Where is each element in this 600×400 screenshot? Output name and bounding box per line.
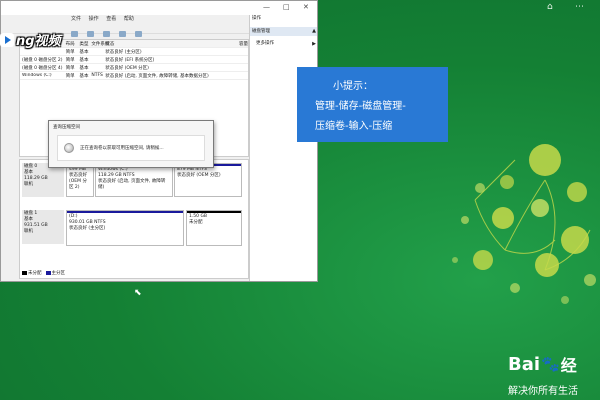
help-icon[interactable] (119, 31, 127, 37)
menu-bar: 文件 操作 查看 帮助 (1, 15, 249, 24)
partition-disk0-oem2[interactable]: 499 MB 状态良好 (OEM 分区 2) (66, 163, 94, 197)
dialog-title: 查询压缩空间 (53, 125, 80, 130)
query-shrink-dialog: 查询压缩空间 正在查询卷以获取可用压缩空间, 请稍候... (48, 120, 214, 168)
minimize-button[interactable]: — (263, 3, 270, 11)
collapse-arrow-icon: ▲ (312, 28, 316, 34)
window-titlebar: — □ ✕ (1, 1, 317, 15)
actions-title: 操作 (252, 16, 261, 21)
brand-slogan: 解决你所有生活 (508, 386, 578, 397)
partition-status: 未分配 (189, 220, 203, 225)
partition-status: 状态良好 (OEM 分区) (177, 173, 221, 178)
cell-name: (磁盘 0 磁盘分区 2) (22, 57, 63, 63)
actions-section-disk-management[interactable]: 磁盘管理 ▲ (250, 27, 317, 36)
table-row[interactable]: Windows (C:) 简单 基本 NTFS 状态良好 (启动, 页面文件, … (20, 72, 248, 80)
partition-d[interactable]: (D:) 930.01 GB NTFS 状态良好 (主分区) (66, 210, 184, 246)
partition-status: 状态良好 (OEM 分区 2) (69, 173, 87, 190)
video-logo-text: ng视频 (16, 34, 61, 49)
baidu-logo: Bai 🐾 经 (508, 352, 577, 376)
cell-layout: 简单 (65, 49, 75, 55)
cell-layout: 简单 (65, 73, 75, 79)
brand-name-b: 经 (560, 356, 577, 375)
cell-status: 状态良好 (OEM 分区) (105, 65, 149, 71)
disk0-label[interactable]: 磁盘 0 基本 118.29 GB 联机 (22, 163, 64, 197)
col-type[interactable]: 类型 (79, 41, 91, 47)
busy-icon (64, 143, 74, 153)
knowledge-tree-graphic (452, 144, 596, 304)
cell-type: 基本 (79, 49, 89, 55)
partition-windows-c[interactable]: Windows (C:) 118.29 GB NTFS 状态良好 (启动, 页面… (95, 163, 173, 197)
disk-graphical-view: 磁盘 0 基本 118.29 GB 联机 499 MB 状态良好 (OEM 分区… (19, 159, 249, 279)
brand-name-a: Bai (508, 353, 541, 375)
col-layout[interactable]: 布局 (66, 41, 80, 47)
cell-layout: 简单 (65, 65, 75, 71)
close-button[interactable]: ✕ (303, 3, 309, 11)
properties-icon[interactable] (103, 31, 111, 37)
submenu-arrow-icon: ▶ (312, 41, 316, 47)
cell-type: 基本 (79, 57, 89, 63)
legend-unallocated: 未分配 (22, 270, 42, 276)
more-actions[interactable]: 更多操作 ▶ (250, 40, 317, 48)
tip-title: 小提示： (333, 81, 373, 92)
col-filesystem[interactable]: 文件系统 (91, 41, 109, 47)
tip-line-2: 压缩卷-输入-压缩 (315, 121, 393, 132)
partition-status: 状态良好 (启动, 页面文件, 故障转储) (98, 179, 166, 190)
disk1-label[interactable]: 磁盘 1 基本 931.51 GB 联机 (22, 210, 64, 244)
menu-help[interactable]: 帮助 (124, 16, 134, 22)
mouse-cursor-icon: ⬉ (134, 288, 142, 298)
tip-line-1: 管理-储存-磁盘管理- (315, 101, 406, 112)
partition-unallocated[interactable]: 1.50 GB 未分配 (186, 210, 242, 246)
paw-icon: 🐾 (541, 355, 560, 373)
maximize-button[interactable]: □ (283, 3, 290, 11)
menu-view[interactable]: 查看 (106, 16, 116, 22)
video-logo: ng视频 (0, 30, 61, 49)
dialog-body: 正在查询卷以获取可用压缩空间, 请稍候... (57, 135, 205, 161)
disk-status: 联机 (24, 182, 33, 187)
refresh-icon[interactable] (135, 31, 143, 37)
cell-status: 状态良好 (主分区) (105, 49, 142, 55)
play-icon (0, 32, 14, 47)
back-icon[interactable] (71, 31, 78, 37)
cell-type: 基本 (79, 65, 89, 71)
table-row[interactable]: 简单 基本 状态良好 (主分区) (20, 48, 248, 56)
cell-layout: 简单 (65, 57, 75, 63)
menu-action[interactable]: 操作 (89, 16, 99, 22)
col-capacity[interactable]: 容量 (224, 41, 248, 47)
tree-node-circles (452, 144, 596, 304)
legend-primary: 主分区 (45, 270, 65, 276)
table-row[interactable]: (磁盘 0 磁盘分区 2) 简单 基本 状态良好 (EFI 系统分区) (20, 56, 248, 64)
legend: 未分配 主分区 (22, 270, 65, 276)
menu-file[interactable]: 文件 (71, 16, 81, 22)
home-icon[interactable]: ⌂ (547, 2, 553, 12)
cell-name: (磁盘 0 磁盘分区 4) (22, 65, 63, 71)
col-status[interactable]: 状态 (105, 41, 224, 47)
partition-disk0-oem[interactable]: 879 MB NTFS 状态良好 (OEM 分区) (174, 163, 242, 197)
forward-icon[interactable] (87, 31, 95, 37)
dialog-message: 正在查询卷以获取可用压缩空间, 请稍候... (80, 146, 164, 151)
disk-status: 联机 (24, 229, 33, 234)
partition-status: 状态良好 (主分区) (69, 226, 106, 231)
cell-name: Windows (C:) (22, 73, 52, 78)
actions-pane: 操作 磁盘管理 ▲ 更多操作 ▶ (249, 15, 317, 281)
tip-box: 小提示： 管理-储存-磁盘管理- 压缩卷-输入-压缩 (297, 67, 448, 142)
table-row[interactable]: (磁盘 0 磁盘分区 4) 简单 基本 状态良好 (OEM 分区) (20, 64, 248, 72)
cell-status: 状态良好 (EFI 系统分区) (105, 57, 155, 63)
cell-status: 状态良好 (启动, 页面文件, 故障转储, 基本数据分区) (105, 73, 209, 79)
cell-type: 基本 (79, 73, 89, 79)
more-icon[interactable]: ⋯ (575, 2, 584, 12)
cell-fs: NTFS (91, 73, 103, 78)
